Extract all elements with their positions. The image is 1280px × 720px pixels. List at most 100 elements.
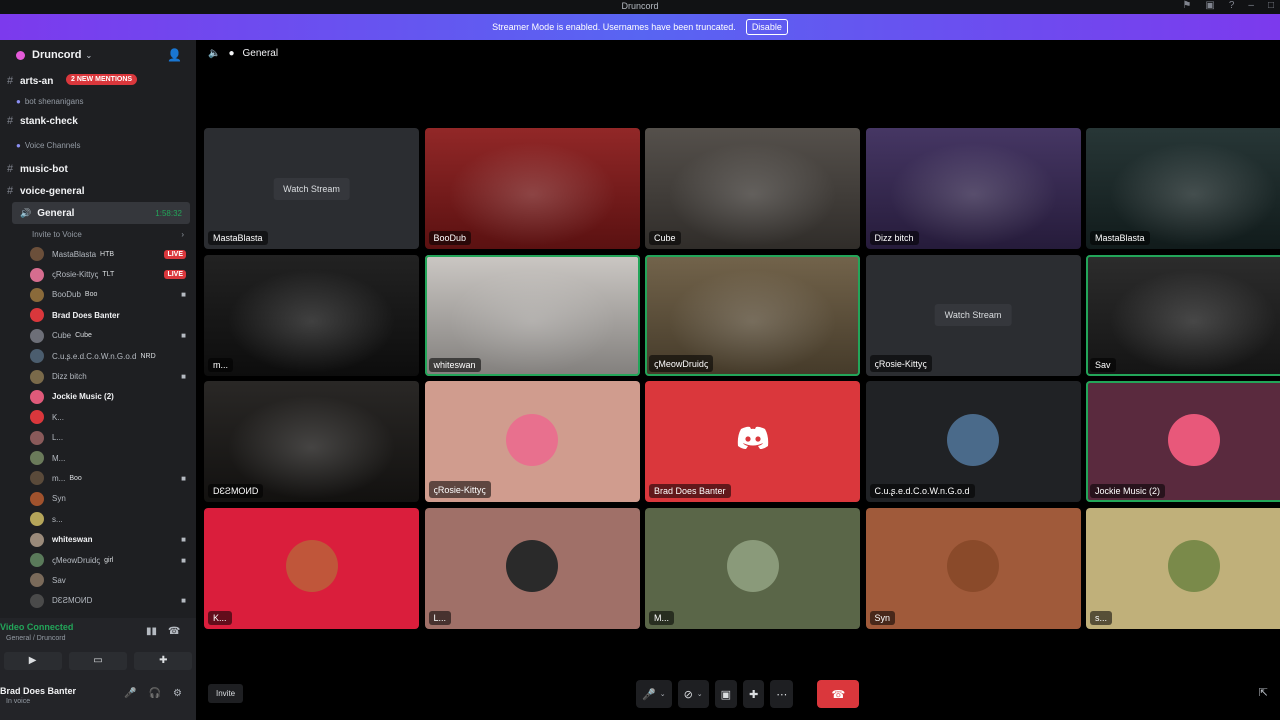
avatar: [285, 540, 338, 592]
camera-button[interactable]: ⊘ ⌄: [677, 680, 709, 708]
disconnect-button[interactable]: ☎: [817, 680, 860, 708]
invite-button[interactable]: Invite: [208, 684, 244, 703]
voice-member[interactable]: ꞔMeowDruidꞔ girl ■: [30, 550, 196, 570]
mute-button[interactable]: 🎤 ⌄: [636, 680, 672, 708]
headphones-icon[interactable]: 🎧: [149, 688, 161, 699]
inbox-icon[interactable]: ▣: [1205, 0, 1214, 12]
watch-stream-button[interactable]: Watch Stream: [934, 304, 1012, 326]
voice-member[interactable]: m... Boo ■: [30, 468, 196, 488]
voice-member[interactable]: L...: [30, 428, 196, 448]
invite-to-voice[interactable]: Invite to Voice ›: [0, 224, 196, 244]
disable-button[interactable]: Disable: [745, 19, 788, 35]
participant-tile[interactable]: Brad Does Banter: [645, 381, 860, 502]
panel-buttons: ▶ ▭ ✚: [0, 652, 196, 670]
member-tag: Cube: [75, 332, 92, 340]
participant-tile[interactable]: Cube: [645, 128, 860, 249]
participant-tile[interactable]: ꞔMeowDruidꞔ: [645, 254, 860, 376]
microphone-icon[interactable]: 🎤: [124, 688, 136, 699]
video-button[interactable]: ▶: [3, 652, 62, 670]
participant-tile[interactable]: Dizz bitch: [865, 128, 1081, 249]
share-screen-button[interactable]: ▣: [714, 680, 738, 708]
participant-tile[interactable]: m...: [204, 254, 419, 376]
participant-tile[interactable]: M...: [645, 507, 860, 629]
participant-tile[interactable]: DƐƧMOИD: [204, 381, 419, 502]
voice-member[interactable]: Brad Does Banter: [30, 305, 196, 325]
voice-member[interactable]: whiteswan ■: [30, 529, 196, 549]
participant-tile[interactable]: Watch Stream MastaBlasta: [204, 128, 419, 249]
voice-member[interactable]: Cube Cube ■: [30, 326, 196, 346]
category-bot-shenanigans[interactable]: ● bot shenanigans: [0, 92, 196, 110]
voice-member[interactable]: s...: [30, 509, 196, 529]
participant-tile[interactable]: BooDub: [424, 128, 640, 249]
member-name: ꞔRosie-Kittyꞔ: [52, 270, 99, 280]
voice-member[interactable]: K...: [30, 407, 196, 427]
signal-icon[interactable]: ▮▮: [146, 626, 157, 637]
participant-tile[interactable]: C.u.ʂ.e.d.C.o.W.n.G.o.d: [865, 381, 1081, 502]
channel-arts[interactable]: # arts-an 2 NEW MENTIONS: [0, 70, 196, 92]
chevron-down-icon[interactable]: ⌄: [660, 690, 666, 698]
activities-button[interactable]: ✚: [743, 680, 765, 708]
voice-member[interactable]: BooDub Boo ■: [30, 285, 196, 305]
invite-label: Invite to Voice: [32, 229, 82, 239]
participant-name: M...: [649, 610, 674, 625]
participant-tile[interactable]: whiteswan: [424, 254, 640, 376]
participant-name: Sav: [1090, 357, 1116, 372]
chevron-down-icon[interactable]: ⌄: [697, 690, 703, 698]
voice-member[interactable]: ꞔRosie-Kittyꞔ TLT LIVE: [30, 264, 196, 284]
voice-member-list: MastaBlasta HTB LIVE ꞔRosie-Kittyꞔ TLT LIVE Bo…: [0, 244, 196, 611]
participant-tile[interactable]: s...: [1086, 507, 1280, 629]
live-badge[interactable]: LIVE: [164, 249, 186, 259]
add-member-icon[interactable]: 👤: [167, 48, 182, 62]
voice-member[interactable]: M...: [30, 448, 196, 468]
avatar: [30, 410, 44, 425]
member-name: whiteswan: [52, 535, 93, 545]
participant-tile[interactable]: Jockie Music (2): [1086, 381, 1280, 502]
participant-tile[interactable]: L...: [424, 507, 640, 629]
mentions-badge[interactable]: 2 NEW MENTIONS: [66, 74, 138, 85]
activities-button[interactable]: ✚: [134, 652, 193, 670]
category-label: bot shenanigans: [24, 96, 84, 106]
participant-name: ꞔRosie-Kittyꞔ: [428, 481, 491, 498]
channel-voice-general[interactable]: # voice-general: [0, 180, 196, 202]
minimize-icon[interactable]: –: [1248, 0, 1254, 12]
live-badge[interactable]: LIVE: [164, 270, 186, 280]
activities-icon: ✚: [749, 688, 759, 701]
server-header[interactable]: Druncord ⌄ 👤: [0, 40, 196, 70]
participant-tile[interactable]: MastaBlasta: [1086, 128, 1280, 249]
popout-icon[interactable]: ⇱: [1259, 686, 1268, 699]
member-name: Sav: [52, 575, 66, 585]
voice-member[interactable]: Syn: [30, 489, 196, 509]
voice-member[interactable]: Jockie Music (2): [30, 387, 196, 407]
participant-tile[interactable]: Sav: [1086, 254, 1280, 376]
participant-tile[interactable]: Watch Stream ꞔRosie-Kittyꞔ: [865, 254, 1081, 376]
username[interactable]: Brad Does Banter: [0, 686, 76, 696]
voice-member[interactable]: DƐƧMOИD ■: [30, 591, 196, 611]
participant-tile[interactable]: K...: [204, 507, 419, 629]
disconnect-icon[interactable]: ☎: [168, 626, 180, 637]
watch-stream-button[interactable]: Watch Stream: [273, 177, 350, 200]
participant-name: Cube: [649, 231, 681, 245]
voice-member[interactable]: Dizz bitch ■: [30, 366, 196, 386]
more-button[interactable]: ⋯: [770, 680, 794, 708]
help-icon[interactable]: ?: [1229, 0, 1235, 12]
voice-member[interactable]: C.u.ʂ.e.d.C.o.W.n.G.o.d NRD: [30, 346, 196, 366]
participant-name: L...: [428, 610, 452, 625]
participant-name: m...: [208, 357, 233, 372]
camera-icon: ■: [181, 290, 186, 300]
channel-stank-check[interactable]: # stank-check: [0, 110, 196, 132]
voice-member[interactable]: Sav: [30, 570, 196, 590]
settings-icon[interactable]: ⚙: [173, 688, 182, 699]
camera-icon: ■: [181, 596, 186, 606]
voice-channel-general[interactable]: 🔊 General 1:58:32: [12, 202, 190, 224]
participant-tile[interactable]: ꞔRosie-Kittyꞔ: [424, 381, 640, 502]
category-voice-channels[interactable]: ● Voice Channels: [0, 132, 196, 158]
channel-music-bot[interactable]: # music-bot: [0, 158, 196, 180]
screen-share-button[interactable]: ▭: [68, 652, 127, 670]
participant-name: whiteswan: [428, 357, 481, 372]
participant-name: DƐƧMOИD: [208, 484, 264, 498]
pin-icon[interactable]: ⚑: [1182, 0, 1191, 12]
voice-member[interactable]: MastaBlasta HTB LIVE: [30, 244, 196, 264]
channel-sidebar: Druncord ⌄ 👤 # arts-an 2 NEW MENTIONS ● …: [0, 40, 196, 618]
participant-tile[interactable]: Syn: [865, 507, 1081, 629]
maximize-icon[interactable]: □: [1268, 0, 1274, 12]
